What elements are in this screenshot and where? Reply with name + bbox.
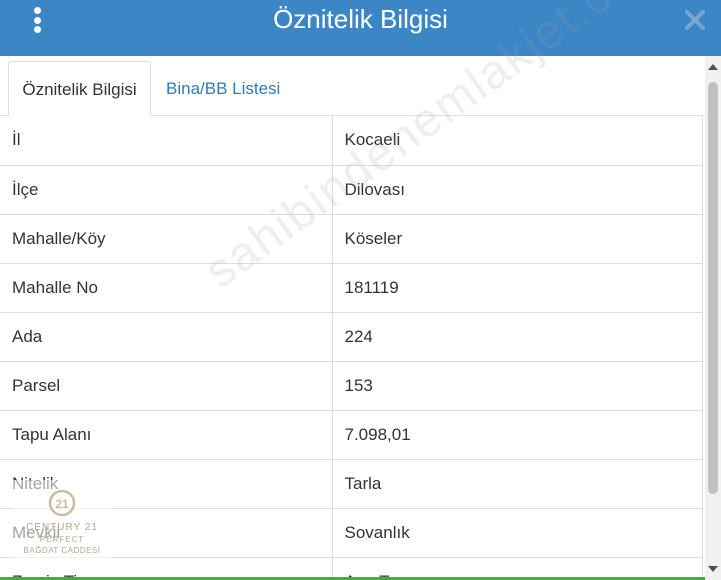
attribute-value: Sovanlık — [331, 507, 703, 558]
attribute-key: İl — [0, 116, 333, 166]
tab-oznitelik-bilgisi[interactable]: Öznitelik Bilgisi — [8, 61, 151, 116]
attribute-key: İlçe — [0, 164, 333, 215]
tab-bar: Öznitelik Bilgisi Bina/BB Listesi — [0, 56, 705, 116]
scrollbar-thumb[interactable] — [708, 82, 718, 494]
table-row: Mahalle No 181119 — [0, 262, 703, 313]
attribute-table-container: İl Kocaeli İlçe Dilovası Mahalle/Köy Köseler M… — [0, 116, 703, 580]
table-row: Parsel 153 — [0, 360, 703, 411]
attribute-key: Mahalle No — [0, 262, 333, 313]
attribute-value: 224 — [331, 311, 703, 362]
attribute-value: Dilovası — [331, 164, 703, 215]
attribute-key: Parsel — [0, 360, 333, 411]
attribute-value: Köseler — [331, 213, 703, 264]
close-icon[interactable] — [683, 8, 707, 32]
attribute-value: Kocaeli — [331, 116, 703, 166]
attribute-value: Tarla — [331, 458, 703, 509]
scroll-down-arrow-icon[interactable] — [707, 564, 719, 574]
attribute-key: Mevkii — [0, 507, 333, 558]
attribute-value: 7.098,01 — [331, 409, 703, 460]
attribute-table: İl Kocaeli İlçe Dilovası Mahalle/Köy Köseler M… — [0, 116, 703, 580]
attribute-key: Tapu Alanı — [0, 409, 333, 460]
table-row: Ada 224 — [0, 311, 703, 362]
table-row: Nitelik Tarla — [0, 458, 703, 509]
attribute-key: Nitelik — [0, 458, 333, 509]
table-row: İlçe Dilovası — [0, 164, 703, 215]
attribute-value: 153 — [331, 360, 703, 411]
attribute-key: Ada — [0, 311, 333, 362]
attribute-key: Mahalle/Köy — [0, 213, 333, 264]
table-row: Tapu Alanı 7.098,01 — [0, 409, 703, 460]
table-row: İl Kocaeli — [0, 116, 703, 166]
dialog-header: Öznitelik Bilgisi — [0, 0, 721, 56]
dialog-title: Öznitelik Bilgisi — [273, 4, 448, 34]
tab-bina-bb-listesi[interactable]: Bina/BB Listesi — [154, 61, 292, 116]
scroll-up-arrow-icon[interactable] — [707, 62, 719, 72]
attribute-value: 181119 — [331, 262, 703, 313]
table-row: Mevkii Sovanlık — [0, 507, 703, 558]
vertical-scrollbar[interactable] — [705, 56, 721, 580]
table-row: Mahalle/Köy Köseler — [0, 213, 703, 264]
